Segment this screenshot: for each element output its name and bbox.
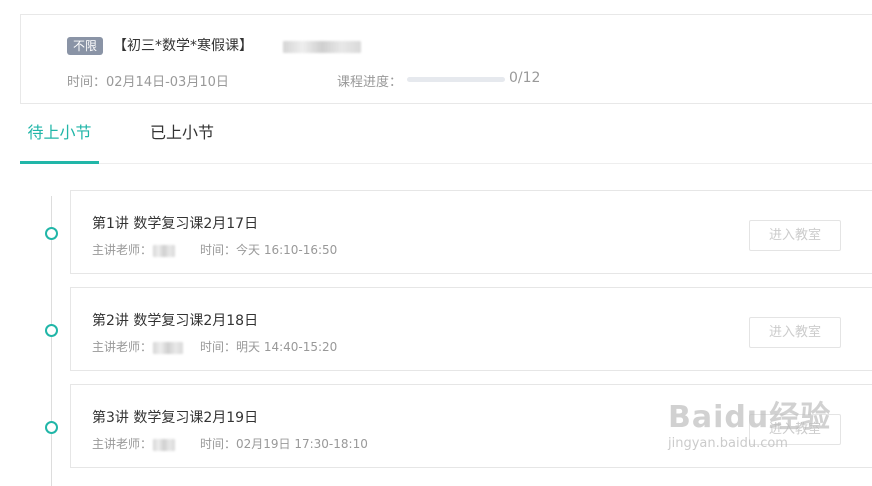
enter-classroom-button[interactable]: 进入教室 (749, 220, 841, 251)
progress-label: 课程进度： (337, 75, 403, 90)
watermark-brand: Baidu经验 (668, 400, 832, 435)
timeline-dot (45, 227, 58, 240)
lesson-item: 第2讲 数学复习课2月18日 主讲老师： 时间：明天 14:40-15:20 进… (70, 287, 872, 371)
teacher-label: 主讲老师： (92, 437, 153, 451)
lesson-tabs: 待上小节 已上小节 (20, 104, 872, 164)
progress-bar (407, 77, 505, 82)
teacher-label: 主讲老师： (92, 243, 153, 257)
blurred-teacher-name (153, 438, 176, 451)
tab-completed-lessons[interactable]: 已上小节 (142, 104, 222, 164)
tab-pending-lessons[interactable]: 待上小节 (20, 104, 99, 164)
lesson-meta: 主讲老师： 时间：02月19日 17:30-18:10 (92, 435, 368, 452)
enter-classroom-button[interactable]: 进入教室 (749, 317, 841, 348)
blurred-teacher-name (153, 244, 176, 257)
lesson-time: 时间：今天 16:10-16:50 (200, 243, 338, 257)
timeline-dot (45, 421, 58, 434)
lesson-title: 第1讲 数学复习课2月17日 (92, 216, 259, 232)
timeline-dot (45, 324, 58, 337)
blurred-teacher-name (283, 41, 361, 53)
lesson-title: 第3讲 数学复习课2月19日 (92, 410, 259, 426)
blurred-teacher-name (153, 341, 184, 354)
lesson-title: 第2讲 数学复习课2月18日 (92, 313, 259, 329)
course-summary-card: 不限 【初三*数学*寒假课】 时间：02月14日-03月10日 课程进度： 0/… (20, 14, 872, 104)
lesson-meta: 主讲老师： 时间：明天 14:40-15:20 (92, 338, 337, 355)
course-date-range: 时间：02月14日-03月10日 (67, 75, 229, 90)
course-title: 【初三*数学*寒假课】 (113, 38, 253, 54)
progress-count: 0/12 (509, 70, 541, 86)
lesson-time: 时间：明天 14:40-15:20 (200, 340, 338, 354)
lesson-item: 第1讲 数学复习课2月17日 主讲老师： 时间：今天 16:10-16:50 进… (70, 190, 872, 274)
teacher-label: 主讲老师： (92, 340, 153, 354)
watermark-url: jingyan.baidu.com (668, 436, 788, 451)
unlimited-badge: 不限 (67, 37, 104, 55)
lesson-meta: 主讲老师： 时间：今天 16:10-16:50 (92, 241, 337, 258)
lesson-time: 时间：02月19日 17:30-18:10 (200, 437, 368, 451)
baidu-jingyan-watermark: Baidu经验 jingyan.baidu.com (668, 392, 838, 462)
